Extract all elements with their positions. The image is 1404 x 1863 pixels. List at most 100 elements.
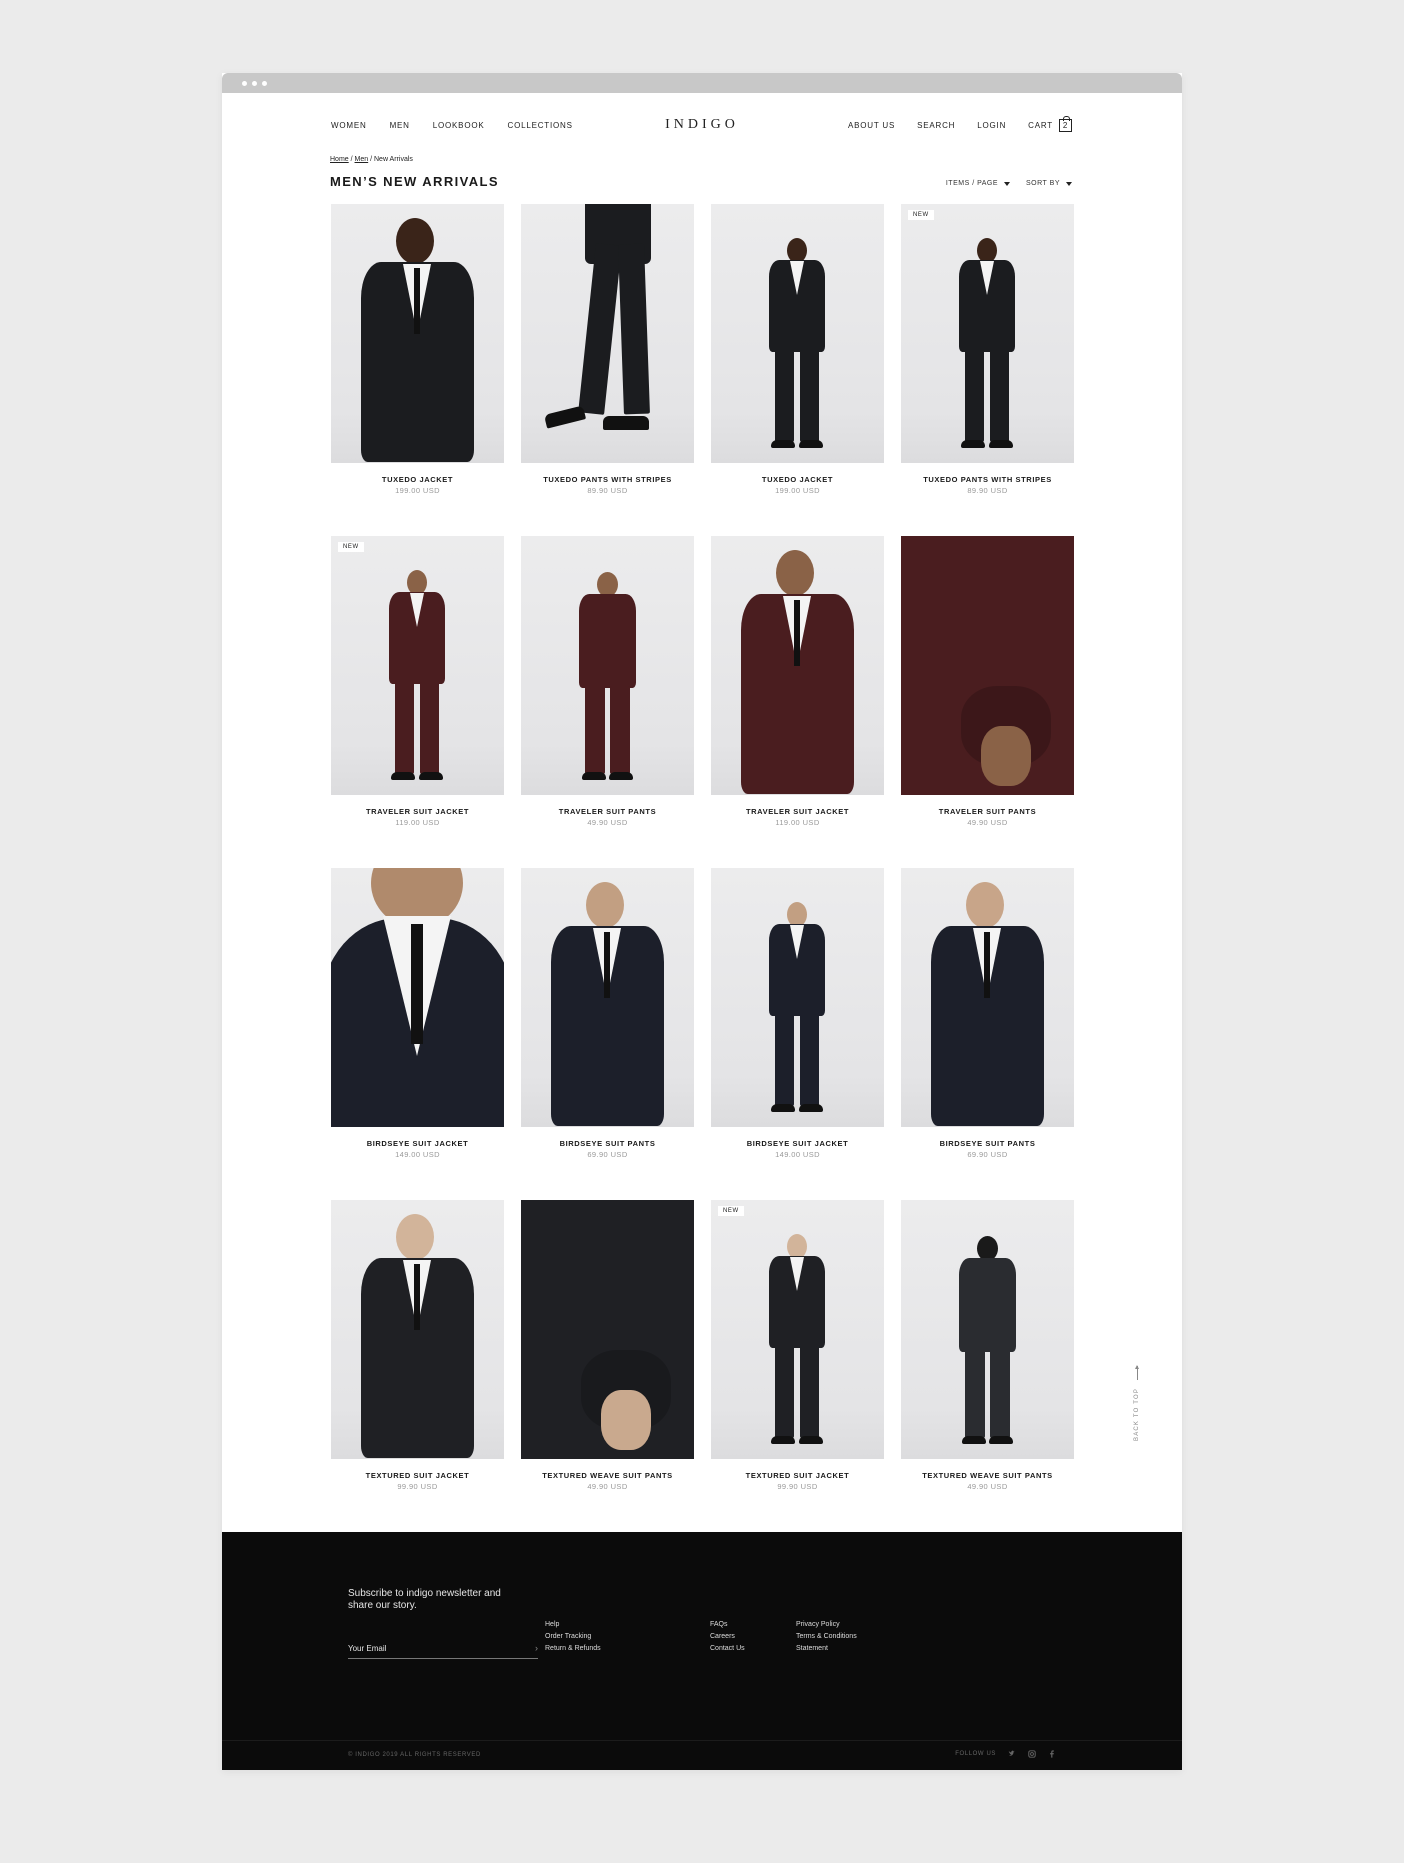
product-card[interactable]: BIRDSEYE SUIT PANTS 69.90 USD (901, 868, 1074, 1200)
instagram-icon[interactable] (1028, 1750, 1036, 1758)
model-figure-part (414, 1264, 420, 1330)
model-figure-part (962, 1436, 986, 1444)
product-image[interactable] (521, 204, 694, 463)
product-image[interactable]: NEW (901, 204, 1074, 463)
chevron-right-icon[interactable]: › (535, 1644, 538, 1653)
product-image[interactable] (331, 204, 504, 463)
product-image[interactable] (901, 868, 1074, 1127)
product-card[interactable]: TEXTURED WEAVE SUIT PANTS 49.90 USD (521, 1200, 694, 1532)
product-name[interactable]: TRAVELER SUIT PANTS (901, 807, 1074, 816)
product-card[interactable]: TRAVELER SUIT PANTS 49.90 USD (901, 536, 1074, 868)
product-card[interactable]: TRAVELER SUIT PANTS 49.90 USD (521, 536, 694, 868)
product-price: 69.90 USD (587, 1150, 628, 1159)
product-image[interactable] (521, 536, 694, 795)
product-name[interactable]: BIRDSEYE SUIT JACKET (711, 1139, 884, 1148)
model-figure-part (601, 1390, 651, 1450)
product-name[interactable]: TRAVELER SUIT JACKET (331, 807, 504, 816)
product-card[interactable]: TEXTURED SUIT JACKET 99.90 USD (331, 1200, 504, 1532)
footer-link-statement[interactable]: Statement (796, 1645, 857, 1652)
product-name[interactable]: BIRDSEYE SUIT PANTS (521, 1139, 694, 1148)
model-figure-part (414, 268, 420, 334)
product-name[interactable]: TEXTURED SUIT JACKET (331, 1471, 504, 1480)
listing-controls: ITEMS / PAGE SORT BY (946, 180, 1072, 187)
footer-link-terms[interactable]: Terms & Conditions (796, 1633, 857, 1640)
product-card[interactable]: TUXEDO PANTS WITH STRIPES 89.90 USD (521, 204, 694, 536)
footer-links-col-1: Help Order Tracking Return & Refunds (545, 1621, 601, 1652)
product-name[interactable]: BIRDSEYE SUIT JACKET (331, 1139, 504, 1148)
product-card[interactable]: NEW TRAVELER SUIT JACKET 119.00 USD (331, 536, 504, 868)
product-price: 49.90 USD (587, 818, 628, 827)
model-figure-part (984, 932, 990, 998)
product-card[interactable]: TUXEDO JACKET 199.00 USD (331, 204, 504, 536)
product-price: 89.90 USD (967, 486, 1008, 495)
model-figure-part (771, 1436, 795, 1444)
product-card[interactable]: TEXTURED WEAVE SUIT PANTS 49.90 USD (901, 1200, 1074, 1532)
product-image[interactable] (331, 868, 504, 1127)
product-image[interactable] (521, 1200, 694, 1459)
product-name[interactable]: TUXEDO JACKET (331, 475, 504, 484)
product-image[interactable] (901, 1200, 1074, 1459)
product-price: 99.90 USD (397, 1482, 438, 1491)
footer-link-contact[interactable]: Contact Us (710, 1645, 745, 1652)
breadcrumb-home[interactable]: Home (330, 156, 349, 163)
breadcrumb-men[interactable]: Men (355, 156, 369, 163)
model-figure-part (989, 1436, 1013, 1444)
product-card[interactable]: NEW TUXEDO PANTS WITH STRIPES 89.90 USD (901, 204, 1074, 536)
model-figure-part (965, 350, 984, 442)
footer-links-col-3: Privacy Policy Terms & Conditions Statem… (796, 1621, 857, 1652)
window-dot (262, 80, 267, 86)
nav-login[interactable]: LOGIN (977, 121, 1006, 130)
new-badge: NEW (908, 210, 934, 220)
product-image[interactable] (521, 868, 694, 1127)
model-figure-part (800, 1014, 819, 1106)
product-price: 99.90 USD (777, 1482, 818, 1491)
facebook-icon[interactable] (1048, 1750, 1056, 1758)
product-name[interactable]: TEXTURED WEAVE SUIT PANTS (521, 1471, 694, 1480)
product-name[interactable]: BIRDSEYE SUIT PANTS (901, 1139, 1074, 1148)
model-figure-part (610, 686, 630, 774)
footer-link-help[interactable]: Help (545, 1621, 601, 1628)
product-image[interactable] (901, 536, 1074, 795)
product-price: 49.90 USD (587, 1482, 628, 1491)
footer-link-returns[interactable]: Return & Refunds (545, 1645, 601, 1652)
product-name[interactable]: TEXTURED SUIT JACKET (711, 1471, 884, 1480)
product-card[interactable]: TRAVELER SUIT JACKET 119.00 USD (711, 536, 884, 868)
items-per-page-dropdown[interactable]: ITEMS / PAGE (946, 180, 1011, 187)
footer-link-faqs[interactable]: FAQs (710, 1621, 745, 1628)
product-name[interactable]: TEXTURED WEAVE SUIT PANTS (901, 1471, 1074, 1480)
model-figure-part (396, 1214, 434, 1260)
footer-link-privacy[interactable]: Privacy Policy (796, 1621, 857, 1628)
sort-by-dropdown[interactable]: SORT BY (1026, 180, 1072, 187)
product-image[interactable] (711, 868, 884, 1127)
twitter-icon[interactable] (1008, 1750, 1016, 1758)
product-card[interactable]: BIRDSEYE SUIT PANTS 69.90 USD (521, 868, 694, 1200)
model-figure-part (585, 686, 605, 774)
nav-search[interactable]: SEARCH (917, 121, 955, 130)
product-card[interactable]: BIRDSEYE SUIT JACKET 149.00 USD (331, 868, 504, 1200)
cart-button[interactable]: CART 2 (1028, 115, 1072, 132)
copyright-text: © INDIGO 2019 ALL RIGHTS RESERVED (348, 1752, 481, 1758)
product-price: 119.00 USD (775, 818, 820, 827)
arrow-icon (1136, 1365, 1138, 1380)
product-name[interactable]: TUXEDO PANTS WITH STRIPES (901, 475, 1074, 484)
product-image[interactable] (711, 536, 884, 795)
nav-about-us[interactable]: ABOUT US (848, 121, 895, 130)
product-card[interactable]: BIRDSEYE SUIT JACKET 149.00 USD (711, 868, 884, 1200)
email-placeholder: Your Email (348, 1644, 387, 1653)
footer-link-order-tracking[interactable]: Order Tracking (545, 1633, 601, 1640)
product-image[interactable] (711, 204, 884, 463)
product-card[interactable]: NEW TEXTURED SUIT JACKET 99.90 USD (711, 1200, 884, 1532)
product-name[interactable]: TRAVELER SUIT PANTS (521, 807, 694, 816)
product-name[interactable]: TUXEDO PANTS WITH STRIPES (521, 475, 694, 484)
model-figure-part (990, 350, 1009, 442)
email-field[interactable]: Your Email › (348, 1644, 538, 1659)
back-to-top-button[interactable]: BACK TO TOP (1134, 1365, 1140, 1441)
site-footer: Subscribe to indigo newsletter and share… (222, 1532, 1182, 1770)
product-image[interactable]: NEW (331, 536, 504, 795)
product-image[interactable] (331, 1200, 504, 1459)
product-name[interactable]: TUXEDO JACKET (711, 475, 884, 484)
footer-link-careers[interactable]: Careers (710, 1633, 745, 1640)
product-image[interactable]: NEW (711, 1200, 884, 1459)
product-name[interactable]: TRAVELER SUIT JACKET (711, 807, 884, 816)
product-card[interactable]: TUXEDO JACKET 199.00 USD (711, 204, 884, 536)
